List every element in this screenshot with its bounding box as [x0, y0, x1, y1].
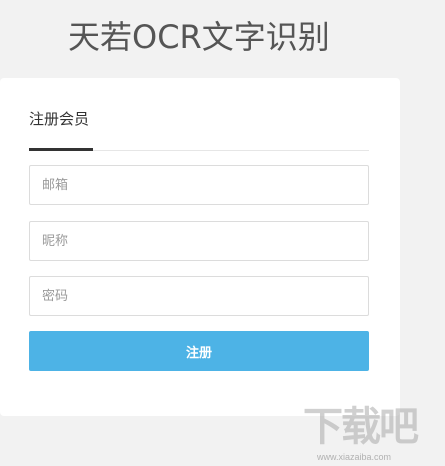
nickname-field[interactable]	[29, 221, 369, 261]
watermark-text: 下载吧	[303, 404, 419, 450]
register-button[interactable]: 注册	[29, 331, 369, 371]
tab-register[interactable]: 注册会员	[29, 104, 93, 151]
email-field[interactable]	[29, 165, 369, 205]
app-title: 天若OCR文字识别	[68, 18, 330, 56]
register-card: 注册会员 注册	[0, 78, 400, 416]
watermark-logo: 下载吧 www.xiazaiba.com	[303, 402, 443, 466]
tab-bar: 注册会员	[29, 104, 369, 151]
password-field[interactable]	[29, 276, 369, 316]
watermark-url: www.xiazaiba.com	[317, 452, 392, 462]
